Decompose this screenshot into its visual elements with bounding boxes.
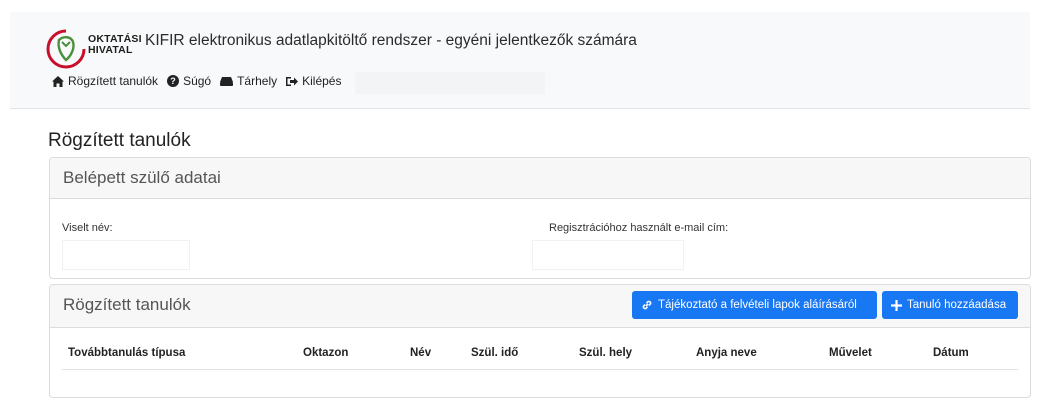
name-label: Viselt név: <box>62 222 113 234</box>
nav-item-sugo[interactable]: ? Súgó <box>167 74 211 88</box>
email-label: Regisztrációhoz használt e-mail cím: <box>549 222 729 234</box>
nav-item-kilepes[interactable]: Kilépés <box>286 74 341 88</box>
card-title: Rögzített tanulók <box>63 295 191 314</box>
main-nav: Rögzített tanulók ? Súgó Tárhely Kilépés <box>52 74 350 88</box>
card-title: Belépett szülő adatai <box>63 168 221 187</box>
signing-info-button[interactable]: Tájékoztató a felvételi lapok aláírásáró… <box>632 291 877 319</box>
students-card: Rögzített tanulók Tájékoztató a felvétel… <box>49 284 1031 398</box>
button-label: Tájékoztató a felvételi lapok aláírásáró… <box>658 299 857 311</box>
column-header: Továbbtanulás típusa <box>68 347 186 359</box>
column-header: Dátum <box>933 347 969 359</box>
page-title: Rögzített tanulók <box>48 130 191 151</box>
add-student-button[interactable]: Tanuló hozzáadása <box>882 291 1018 319</box>
parent-data-card: Belépett szülő adatai Viselt név: Regisz… <box>49 157 1031 279</box>
name-value <box>62 240 190 270</box>
nav-label: Tárhely <box>237 74 278 88</box>
column-header: Anyja neve <box>696 347 757 359</box>
column-header: Oktazon <box>303 347 349 359</box>
nav-label: Kilépés <box>302 74 342 88</box>
button-label: Tanuló hozzáadása <box>907 299 1007 311</box>
svg-text:?: ? <box>170 76 176 86</box>
oktatasi-hivatal-logo <box>46 29 86 69</box>
card-header: Rögzített tanulók Tájékoztató a felvétel… <box>50 285 1030 328</box>
help-circle-icon: ? <box>167 75 180 87</box>
nav-label: Súgó <box>183 74 212 88</box>
column-header: Név <box>410 347 432 359</box>
hdd-icon <box>220 77 234 86</box>
column-header: Szül. hely <box>579 347 633 359</box>
nav-blank-area <box>355 72 545 94</box>
sign-out-icon <box>286 76 299 86</box>
column-header: Művelet <box>829 347 872 359</box>
plus-icon <box>891 299 902 311</box>
app-title: KIFIR elektronikus adatlapkitöltő rendsz… <box>145 32 637 49</box>
email-value <box>532 240 684 270</box>
logo-text: OKTATÁSI HIVATAL <box>88 33 142 56</box>
link-icon <box>642 300 652 310</box>
nav-item-rogzitett-tanulok[interactable]: Rögzített tanulók <box>52 74 158 88</box>
nav-label: Rögzített tanulók <box>68 74 159 88</box>
nav-item-tarhely[interactable]: Tárhely <box>220 74 277 88</box>
card-header: Belépett szülő adatai <box>50 158 1030 199</box>
top-header: OKTATÁSI HIVATAL KIFIR elektronikus adat… <box>10 12 1030 109</box>
table-divider <box>62 369 1018 370</box>
home-icon <box>52 75 64 87</box>
column-header: Szül. idő <box>471 347 519 359</box>
